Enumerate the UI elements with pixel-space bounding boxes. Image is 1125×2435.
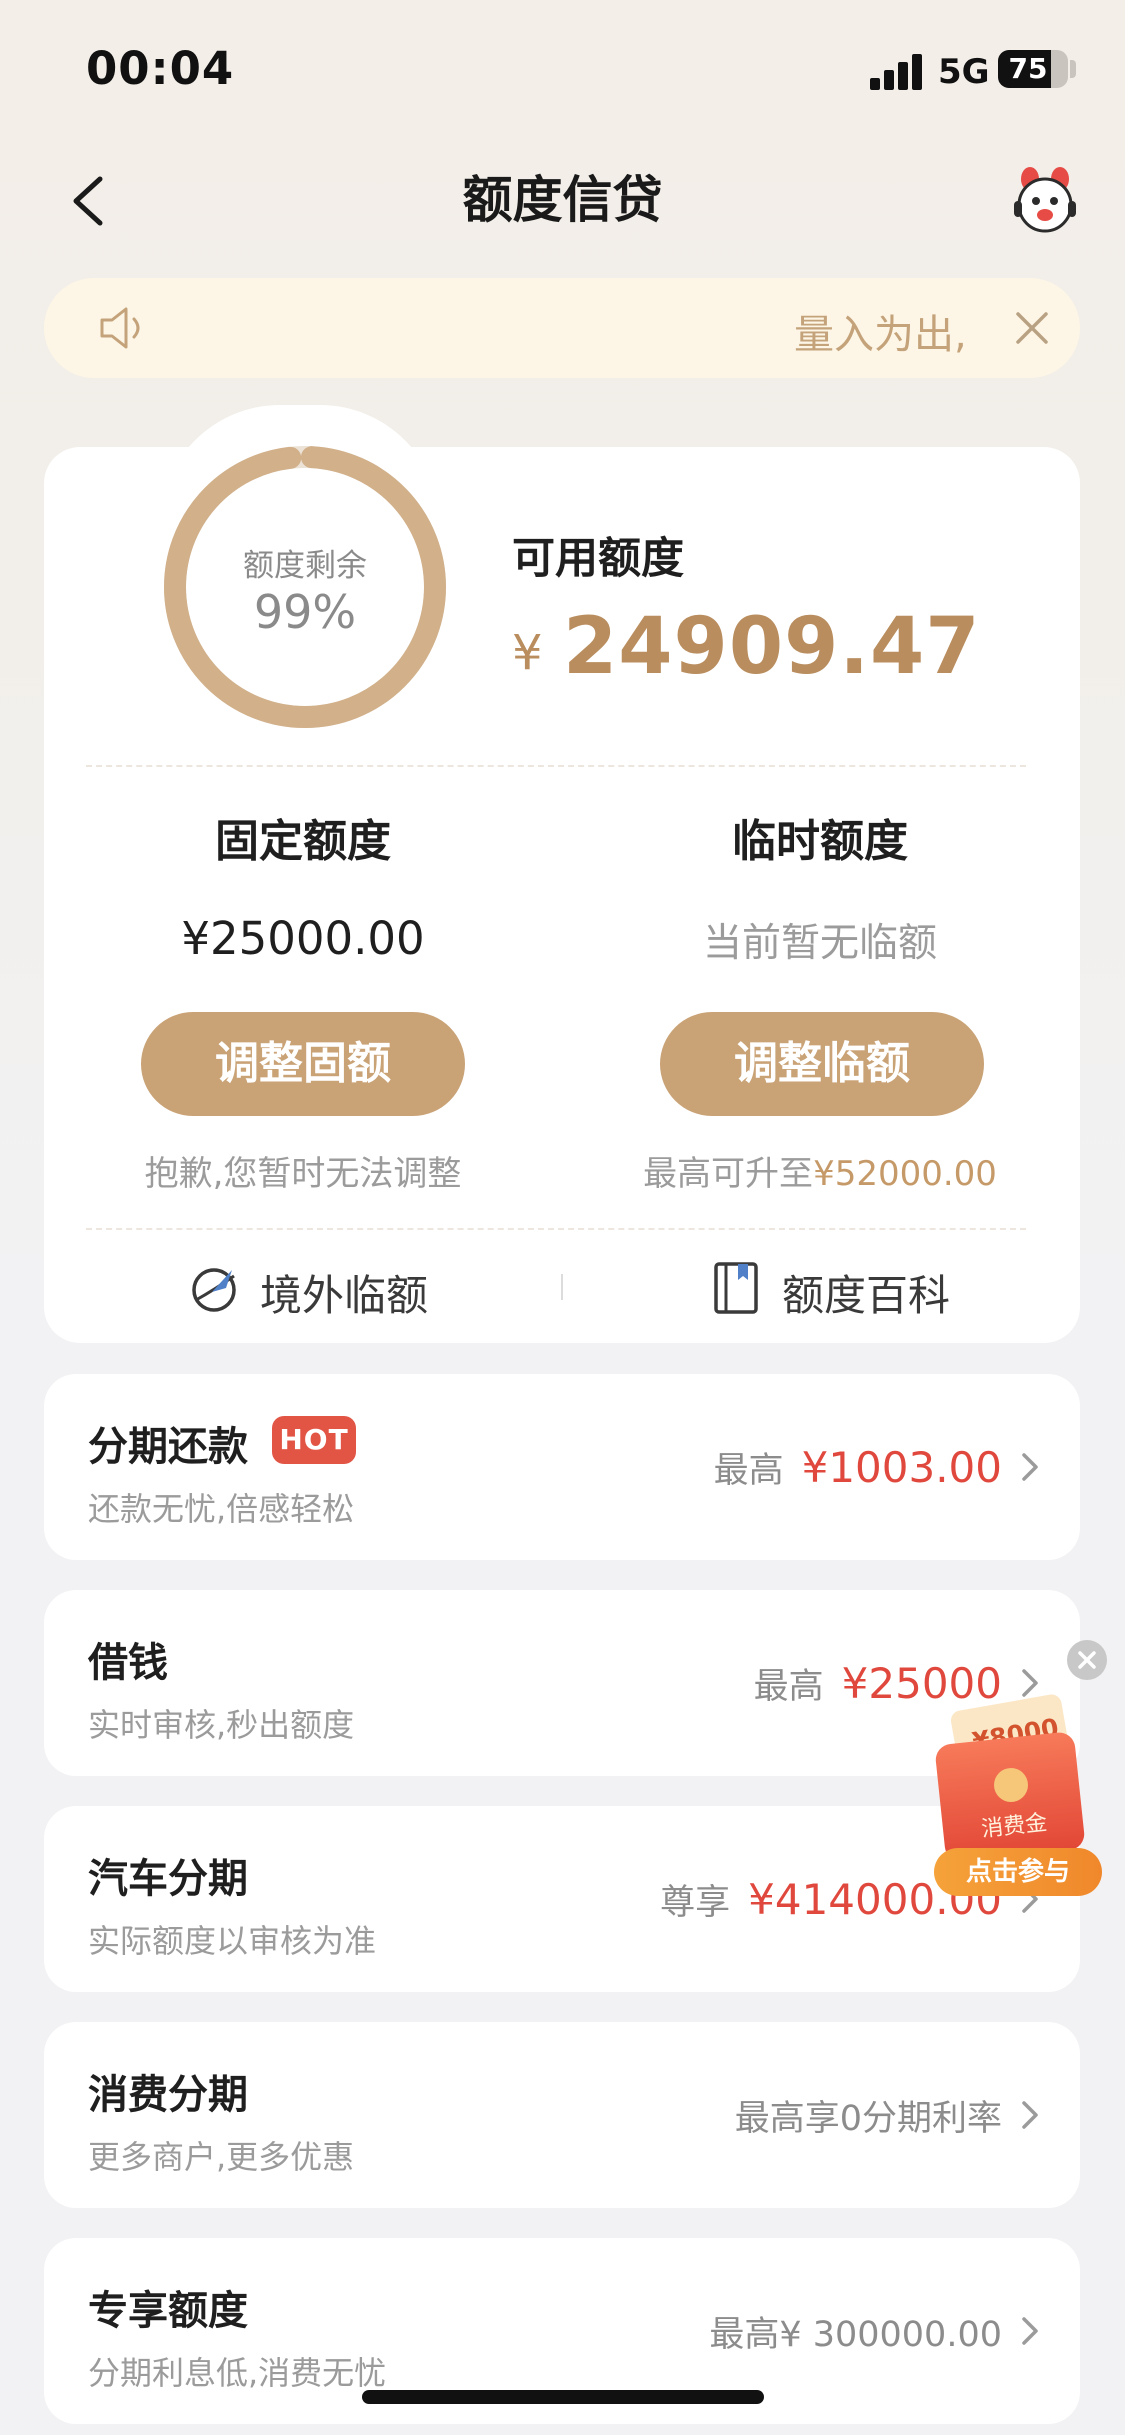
available-label: 可用额度 bbox=[512, 534, 684, 584]
ring-value: 99% bbox=[253, 585, 357, 639]
notice-text: 量入为出, bbox=[794, 312, 967, 358]
speaker-icon bbox=[100, 307, 140, 349]
network-label: 5G bbox=[938, 52, 990, 92]
chevron-right-icon bbox=[1022, 2101, 1038, 2129]
adjust-temporary-button[interactable]: 调整临额 bbox=[660, 1012, 984, 1116]
fixed-credit-title: 固定额度 bbox=[215, 816, 391, 867]
customer-service-button[interactable] bbox=[1010, 165, 1080, 235]
product-title: 分期还款 bbox=[88, 1424, 248, 1470]
coin-icon bbox=[994, 1768, 1028, 1802]
book-icon bbox=[714, 1262, 758, 1314]
close-icon[interactable] bbox=[1004, 300, 1060, 356]
product-limit: 最高享0分期利率 bbox=[735, 2022, 1002, 2208]
product-item-borrow[interactable]: 借钱 实时审核,秒出额度 最高 ¥25000 bbox=[44, 1590, 1080, 1776]
battery-icon: 75 bbox=[998, 50, 1068, 88]
limit-amount: ¥1003.00 bbox=[801, 1442, 1002, 1492]
temporary-note-prefix: 最高可升至 bbox=[643, 1154, 814, 1194]
product-subtitle: 实时审核,秒出额度 bbox=[88, 1706, 355, 1744]
promo-close-button[interactable] bbox=[1067, 1640, 1107, 1680]
notice-bar[interactable]: 量入为出, bbox=[44, 278, 1080, 378]
fixed-credit-value: ¥25000.00 bbox=[181, 912, 425, 965]
product-item-installment-repay[interactable]: 分期还款 HOT 还款无忧,倍感轻松 最高 ¥1003.00 bbox=[44, 1374, 1080, 1560]
product-item-car-installment[interactable]: 汽车分期 实际额度以审核为准 尊享 ¥414000.00 bbox=[44, 1806, 1080, 1992]
page-title: 额度信贷 bbox=[462, 171, 663, 229]
product-title: 借钱 bbox=[88, 1640, 168, 1686]
status-time: 00:04 bbox=[86, 42, 235, 95]
product-title: 专享额度 bbox=[88, 2288, 248, 2334]
product-subtitle: 分期利息低,消费无忧 bbox=[88, 2354, 387, 2392]
globe-plane-icon bbox=[192, 1268, 236, 1312]
divider bbox=[86, 1228, 1026, 1230]
product-limit: 最高 ¥1003.00 bbox=[714, 1374, 1002, 1560]
limit-text: 最高¥ 300000.00 bbox=[709, 2314, 1002, 2355]
credit-encyclopedia-label: 额度百科 bbox=[782, 1271, 951, 1320]
overseas-temporary-label: 境外临额 bbox=[260, 1271, 429, 1320]
available-currency: ¥ bbox=[512, 625, 543, 681]
divider bbox=[86, 765, 1026, 767]
signal-icon bbox=[870, 50, 930, 90]
ring-label: 额度剩余 bbox=[243, 548, 367, 584]
temporary-credit-note: 最高可升至¥52000.00 bbox=[600, 1146, 1040, 1195]
limit-text: 最高享0分期利率 bbox=[734, 2098, 1002, 2139]
mascot-service-icon bbox=[1014, 167, 1076, 233]
home-indicator[interactable] bbox=[362, 2390, 764, 2404]
status-bar: 00:04 5G 75 bbox=[0, 0, 1125, 140]
link-divider bbox=[561, 1274, 563, 1300]
product-subtitle: 实际额度以审核为准 bbox=[88, 1922, 377, 1960]
hot-badge: HOT bbox=[272, 1416, 356, 1464]
available-amount: 24909.47 bbox=[563, 602, 981, 692]
temporary-credit-title: 临时额度 bbox=[732, 816, 908, 867]
limit-prefix: 最高 bbox=[753, 1666, 824, 1707]
promo-join-button[interactable]: 点击参与 bbox=[934, 1848, 1102, 1896]
fixed-credit-note: 抱歉,您暂时无法调整 bbox=[144, 1154, 462, 1194]
temporary-credit-status: 当前暂无临额 bbox=[702, 921, 937, 966]
product-item-consumer-installment[interactable]: 消费分期 更多商户,更多优惠 最高享0分期利率 bbox=[44, 2022, 1080, 2208]
limit-prefix: 尊享 bbox=[660, 1882, 731, 1923]
close-icon bbox=[1078, 1651, 1096, 1669]
adjust-fixed-button[interactable]: 调整固额 bbox=[141, 1012, 465, 1116]
chevron-right-icon bbox=[1022, 1453, 1038, 1481]
battery-level: 75 bbox=[1008, 52, 1048, 85]
product-title: 汽车分期 bbox=[88, 1856, 248, 1902]
product-title: 消费分期 bbox=[88, 2072, 248, 2118]
chevron-right-icon bbox=[1022, 2317, 1038, 2345]
product-subtitle: 还款无忧,倍感轻松 bbox=[88, 1490, 355, 1528]
product-subtitle: 更多商户,更多优惠 bbox=[88, 2138, 355, 2176]
battery-tip bbox=[1070, 60, 1076, 78]
temporary-note-amount: ¥52000.00 bbox=[813, 1154, 997, 1194]
limit-prefix: 最高 bbox=[713, 1450, 784, 1491]
